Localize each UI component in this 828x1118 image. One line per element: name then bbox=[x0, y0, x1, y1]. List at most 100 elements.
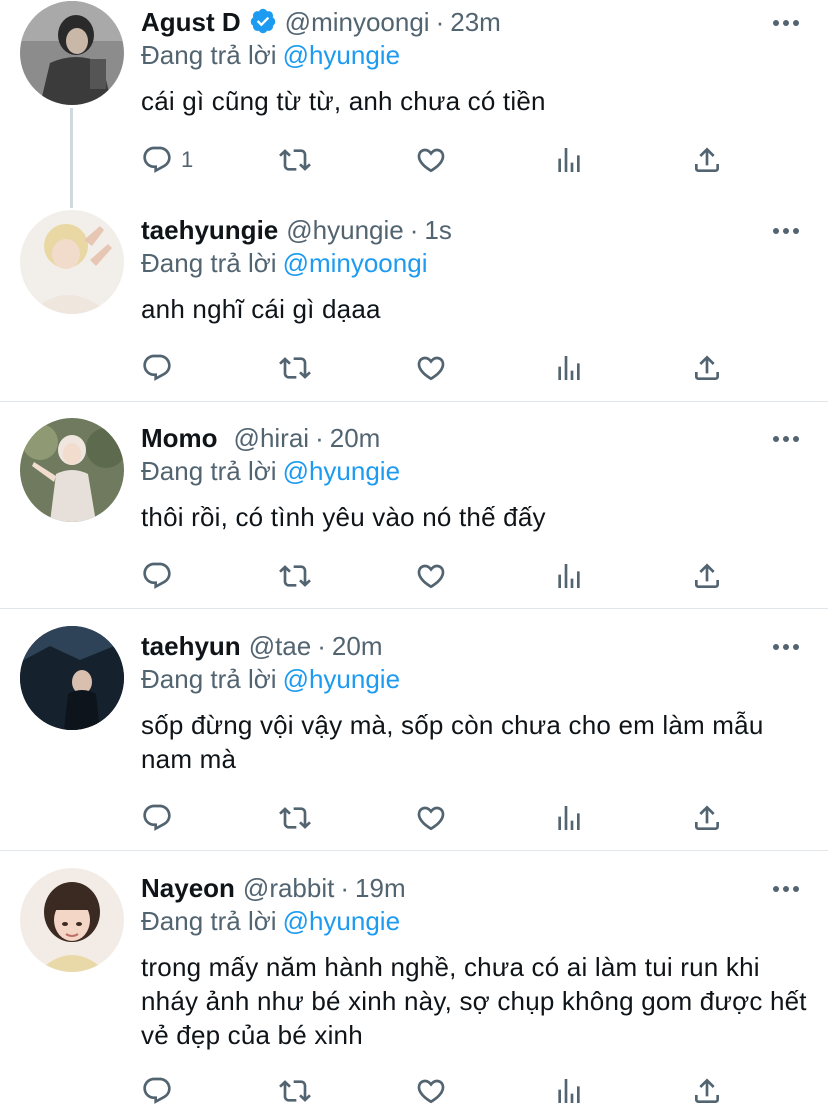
retweet-icon bbox=[279, 565, 311, 587]
reply-icon bbox=[143, 562, 171, 589]
verified-badge-icon bbox=[249, 7, 277, 35]
share-icon bbox=[695, 563, 719, 588]
retweet-button[interactable] bbox=[279, 801, 311, 835]
tweet[interactable]: taehyungie @hyungie · 1s Đang trả lời @minyo… bbox=[0, 208, 828, 401]
share-icon bbox=[695, 805, 719, 830]
avatar[interactable] bbox=[20, 210, 124, 314]
reply-button[interactable]: 1 bbox=[141, 143, 193, 177]
reply-button[interactable] bbox=[141, 351, 173, 385]
like-icon bbox=[417, 806, 445, 831]
tweet-text: anh nghĩ cái gì dạaa bbox=[141, 294, 381, 324]
display-name[interactable]: taehyungie bbox=[141, 215, 278, 245]
tweet-text: cái gì cũng từ từ, anh chưa có tiền bbox=[141, 86, 546, 116]
views-button[interactable] bbox=[553, 143, 585, 177]
avatar-image bbox=[20, 626, 124, 730]
retweet-button[interactable] bbox=[279, 351, 311, 385]
retweet-icon bbox=[279, 807, 311, 829]
like-icon bbox=[417, 356, 445, 381]
like-button[interactable] bbox=[415, 801, 447, 835]
share-icon bbox=[695, 1078, 719, 1103]
tweet[interactable]: Nayeon @rabbit · 19m Đang trả lời @hyungie t… bbox=[0, 866, 828, 1118]
tweet[interactable]: Agust D @minyoongi · 23m Đang trả lời @hyung… bbox=[0, 0, 828, 208]
display-name[interactable]: taehyun bbox=[141, 631, 241, 661]
replying-to: Đang trả lời @hyungie bbox=[141, 662, 400, 696]
timestamp[interactable]: 1s bbox=[424, 215, 451, 245]
mention-link[interactable]: @minyoongi bbox=[283, 248, 428, 278]
more-icon[interactable] bbox=[772, 881, 800, 892]
retweet-button[interactable] bbox=[279, 1074, 311, 1108]
action-bar bbox=[141, 559, 741, 593]
handle[interactable]: @rabbit bbox=[243, 873, 334, 903]
timestamp[interactable]: 20m bbox=[332, 631, 383, 661]
timestamp[interactable]: 20m bbox=[330, 423, 381, 453]
retweet-icon bbox=[279, 149, 311, 171]
tweet-text: trong mấy năm hành nghề, chưa có ai làm … bbox=[141, 952, 807, 1050]
timestamp[interactable]: 23m bbox=[450, 7, 501, 37]
tweet[interactable]: taehyun @tae · 20m Đang trả lời @hyungie sốp… bbox=[0, 624, 828, 850]
handle[interactable]: @hirai bbox=[234, 423, 310, 453]
avatar[interactable] bbox=[20, 1, 124, 105]
avatar[interactable] bbox=[20, 868, 124, 972]
share-button[interactable] bbox=[691, 559, 723, 593]
views-button[interactable] bbox=[553, 351, 585, 385]
like-icon bbox=[417, 148, 445, 173]
avatar[interactable] bbox=[20, 626, 124, 730]
like-button[interactable] bbox=[415, 1074, 447, 1108]
reply-count: 1 bbox=[181, 147, 194, 172]
mention-link[interactable]: @hyungie bbox=[283, 906, 400, 936]
like-button[interactable] bbox=[415, 143, 447, 177]
replying-to: Đang trả lời @hyungie bbox=[141, 38, 400, 72]
retweet-button[interactable] bbox=[279, 143, 311, 177]
display-name[interactable]: Nayeon bbox=[141, 873, 235, 903]
display-name[interactable]: Agust D bbox=[141, 7, 241, 37]
avatar-image bbox=[20, 1, 124, 105]
more-icon[interactable] bbox=[772, 15, 800, 26]
share-button[interactable] bbox=[691, 801, 723, 835]
share-button[interactable] bbox=[691, 351, 723, 385]
share-button[interactable] bbox=[691, 143, 723, 177]
timestamp[interactable]: 19m bbox=[355, 873, 406, 903]
avatar-image bbox=[20, 210, 124, 314]
share-icon bbox=[695, 147, 719, 172]
handle[interactable]: @hyungie bbox=[286, 215, 403, 245]
more-icon[interactable] bbox=[772, 639, 800, 650]
handle[interactable]: @minyoongi bbox=[285, 7, 430, 37]
replying-to-label: Đang trả lời bbox=[141, 456, 277, 486]
replying-to-label: Đang trả lời bbox=[141, 664, 277, 694]
tweet[interactable]: Momo @hirai · 20m Đang trả lời @hyungie thôi… bbox=[0, 416, 828, 608]
share-icon bbox=[695, 355, 719, 380]
more-icon[interactable] bbox=[772, 431, 800, 442]
replying-to-label: Đang trả lời bbox=[141, 40, 277, 70]
separator: · bbox=[317, 631, 326, 661]
reply-button[interactable] bbox=[141, 801, 173, 835]
reply-button[interactable] bbox=[141, 559, 173, 593]
tweet-text: thôi rồi, có tình yêu vào nó thế đấy bbox=[141, 502, 546, 532]
share-button[interactable] bbox=[691, 1074, 723, 1108]
views-icon bbox=[558, 564, 580, 588]
action-bar: 1 bbox=[141, 143, 741, 177]
tweet-header: Momo @hirai · 20m bbox=[141, 420, 380, 456]
avatar[interactable] bbox=[20, 418, 124, 522]
display-name[interactable]: Momo bbox=[141, 423, 218, 453]
views-button[interactable] bbox=[553, 559, 585, 593]
avatar-image bbox=[20, 418, 124, 522]
tweet-header: taehyun @tae · 20m bbox=[141, 628, 382, 664]
views-button[interactable] bbox=[553, 801, 585, 835]
mention-link[interactable]: @hyungie bbox=[283, 40, 400, 70]
more-icon[interactable] bbox=[772, 223, 800, 234]
views-button[interactable] bbox=[553, 1074, 585, 1108]
retweet-button[interactable] bbox=[279, 559, 311, 593]
mention-link[interactable]: @hyungie bbox=[283, 664, 400, 694]
handle[interactable]: @tae bbox=[249, 631, 312, 661]
mention-link[interactable]: @hyungie bbox=[283, 456, 400, 486]
action-bar bbox=[141, 351, 741, 385]
like-button[interactable] bbox=[415, 559, 447, 593]
reply-button[interactable] bbox=[141, 1074, 173, 1108]
tweet-header: Agust D @minyoongi · 23m bbox=[141, 4, 501, 40]
separator: · bbox=[315, 423, 324, 453]
tweet-text: sốp đừng vội vậy mà, sốp còn chưa cho em… bbox=[141, 710, 764, 774]
like-button[interactable] bbox=[415, 351, 447, 385]
like-icon bbox=[417, 564, 445, 589]
separator: · bbox=[409, 215, 419, 245]
reply-icon bbox=[143, 1077, 171, 1104]
